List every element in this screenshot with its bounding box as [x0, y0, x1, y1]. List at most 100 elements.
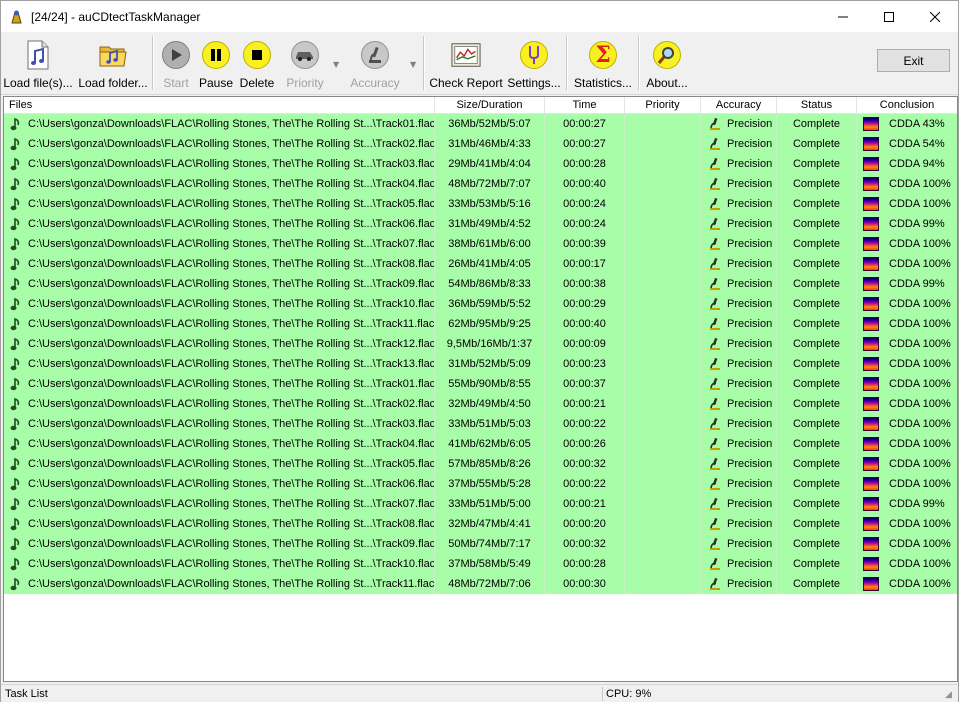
spectrogram-icon[interactable]: [863, 117, 879, 131]
table-row[interactable]: C:\Users\gonza\Downloads\FLAC\Rolling St…: [4, 494, 957, 514]
spectrogram-icon[interactable]: [863, 217, 879, 231]
delete-button[interactable]: Delete: [239, 35, 275, 91]
time-cell: 00:00:29: [545, 294, 625, 314]
spectrogram-icon[interactable]: [863, 357, 879, 371]
spectrogram-icon[interactable]: [863, 477, 879, 491]
spectrogram-icon[interactable]: [863, 417, 879, 431]
maximize-button[interactable]: [866, 1, 912, 32]
table-row[interactable]: C:\Users\gonza\Downloads\FLAC\Rolling St…: [4, 254, 957, 274]
spectrogram-icon[interactable]: [863, 457, 879, 471]
status-cell: Complete: [777, 174, 857, 194]
table-row[interactable]: C:\Users\gonza\Downloads\FLAC\Rolling St…: [4, 534, 957, 554]
time-cell: 00:00:39: [545, 234, 625, 254]
spectrogram-icon[interactable]: [863, 257, 879, 271]
statistics-button[interactable]: Σ Statistics...: [574, 35, 632, 91]
spectrogram-icon[interactable]: [863, 237, 879, 251]
accuracy-value: Precision: [727, 378, 773, 390]
conclusion-cell: CDDA 54%: [857, 134, 957, 154]
priority-cell: [625, 194, 701, 214]
spectrogram-icon[interactable]: [863, 577, 879, 591]
table-row[interactable]: C:\Users\gonza\Downloads\FLAC\Rolling St…: [4, 114, 957, 134]
spectrogram-icon[interactable]: [863, 157, 879, 171]
table-row[interactable]: C:\Users\gonza\Downloads\FLAC\Rolling St…: [4, 194, 957, 214]
table-row[interactable]: C:\Users\gonza\Downloads\FLAC\Rolling St…: [4, 574, 957, 594]
load-folder-button[interactable]: Load folder...: [78, 35, 148, 91]
table-row[interactable]: C:\Users\gonza\Downloads\FLAC\Rolling St…: [4, 414, 957, 434]
column-header-time[interactable]: Time: [545, 97, 625, 114]
about-button[interactable]: About...: [645, 35, 689, 91]
status-cell: Complete: [777, 294, 857, 314]
column-header-size[interactable]: Size/Duration: [435, 97, 545, 114]
column-header-accuracy[interactable]: Accuracy: [701, 97, 777, 114]
table-row[interactable]: C:\Users\gonza\Downloads\FLAC\Rolling St…: [4, 174, 957, 194]
table-row[interactable]: C:\Users\gonza\Downloads\FLAC\Rolling St…: [4, 514, 957, 534]
table-row[interactable]: C:\Users\gonza\Downloads\FLAC\Rolling St…: [4, 334, 957, 354]
accuracy-value: Precision: [727, 238, 773, 250]
table-row[interactable]: C:\Users\gonza\Downloads\FLAC\Rolling St…: [4, 554, 957, 574]
music-note-icon: [10, 457, 22, 471]
load-files-button[interactable]: Load file(s)...: [3, 35, 73, 91]
conclusion-cell: CDDA 100%: [857, 514, 957, 534]
settings-button[interactable]: Settings...: [507, 35, 561, 91]
table-row[interactable]: C:\Users\gonza\Downloads\FLAC\Rolling St…: [4, 214, 957, 234]
table-row[interactable]: C:\Users\gonza\Downloads\FLAC\Rolling St…: [4, 154, 957, 174]
priority-button[interactable]: Priority: [283, 35, 327, 91]
size-duration-cell: 31Mb/49Mb/4:52: [435, 214, 545, 234]
table-row[interactable]: C:\Users\gonza\Downloads\FLAC\Rolling St…: [4, 474, 957, 494]
music-note-icon: [10, 177, 22, 191]
priority-cell: [625, 354, 701, 374]
spectrogram-icon[interactable]: [863, 297, 879, 311]
pause-button[interactable]: Pause: [198, 35, 234, 91]
conclusion-value: CDDA 100%: [889, 458, 951, 470]
task-list[interactable]: Files Size/Duration Time Priority Accura…: [3, 96, 958, 682]
check-report-label: Check Report: [429, 76, 503, 90]
table-row[interactable]: C:\Users\gonza\Downloads\FLAC\Rolling St…: [4, 314, 957, 334]
spectrogram-icon[interactable]: [863, 137, 879, 151]
spectrogram-icon[interactable]: [863, 397, 879, 411]
table-row[interactable]: C:\Users\gonza\Downloads\FLAC\Rolling St…: [4, 454, 957, 474]
resize-grip-icon[interactable]: ◢: [945, 685, 952, 703]
spectrogram-icon[interactable]: [863, 557, 879, 571]
pause-icon: [201, 40, 231, 70]
spectrogram-icon[interactable]: [863, 537, 879, 551]
spectrogram-icon[interactable]: [863, 317, 879, 331]
table-row[interactable]: C:\Users\gonza\Downloads\FLAC\Rolling St…: [4, 374, 957, 394]
accuracy-button[interactable]: Accuracy: [350, 35, 400, 91]
table-row[interactable]: C:\Users\gonza\Downloads\FLAC\Rolling St…: [4, 134, 957, 154]
column-header-priority[interactable]: Priority: [625, 97, 701, 114]
start-button[interactable]: Start: [158, 35, 194, 91]
column-header-status[interactable]: Status: [777, 97, 857, 114]
spectrogram-icon[interactable]: [863, 177, 879, 191]
minimize-button[interactable]: [820, 1, 866, 32]
spectrogram-icon[interactable]: [863, 377, 879, 391]
status-cell: Complete: [777, 574, 857, 594]
accuracy-cell: Precision: [701, 194, 777, 214]
music-note-icon: [10, 497, 22, 511]
table-row[interactable]: C:\Users\gonza\Downloads\FLAC\Rolling St…: [4, 274, 957, 294]
conclusion-cell: CDDA 94%: [857, 154, 957, 174]
spectrogram-icon[interactable]: [863, 517, 879, 531]
conclusion-value: CDDA 99%: [889, 278, 945, 290]
spectrogram-icon[interactable]: [863, 497, 879, 511]
table-row[interactable]: C:\Users\gonza\Downloads\FLAC\Rolling St…: [4, 354, 957, 374]
status-cell: Complete: [777, 134, 857, 154]
exit-button[interactable]: Exit: [877, 49, 950, 72]
microscope-icon: [709, 137, 721, 151]
accuracy-dropdown-icon[interactable]: ▼: [410, 60, 416, 69]
priority-dropdown-icon[interactable]: ▼: [333, 60, 339, 69]
column-header-conclusion[interactable]: Conclusion: [857, 97, 957, 114]
accuracy-cell: Precision: [701, 234, 777, 254]
table-row[interactable]: C:\Users\gonza\Downloads\FLAC\Rolling St…: [4, 394, 957, 414]
spectrogram-icon[interactable]: [863, 197, 879, 211]
table-row[interactable]: C:\Users\gonza\Downloads\FLAC\Rolling St…: [4, 294, 957, 314]
column-header-files[interactable]: Files: [4, 97, 435, 114]
close-button[interactable]: [912, 1, 958, 32]
table-row[interactable]: C:\Users\gonza\Downloads\FLAC\Rolling St…: [4, 434, 957, 454]
file-cell: C:\Users\gonza\Downloads\FLAC\Rolling St…: [4, 454, 435, 474]
spectrogram-icon[interactable]: [863, 337, 879, 351]
spectrogram-icon[interactable]: [863, 437, 879, 451]
size-duration-cell: 32Mb/49Mb/4:50: [435, 394, 545, 414]
check-report-button[interactable]: Check Report: [429, 35, 503, 91]
spectrogram-icon[interactable]: [863, 277, 879, 291]
table-row[interactable]: C:\Users\gonza\Downloads\FLAC\Rolling St…: [4, 234, 957, 254]
